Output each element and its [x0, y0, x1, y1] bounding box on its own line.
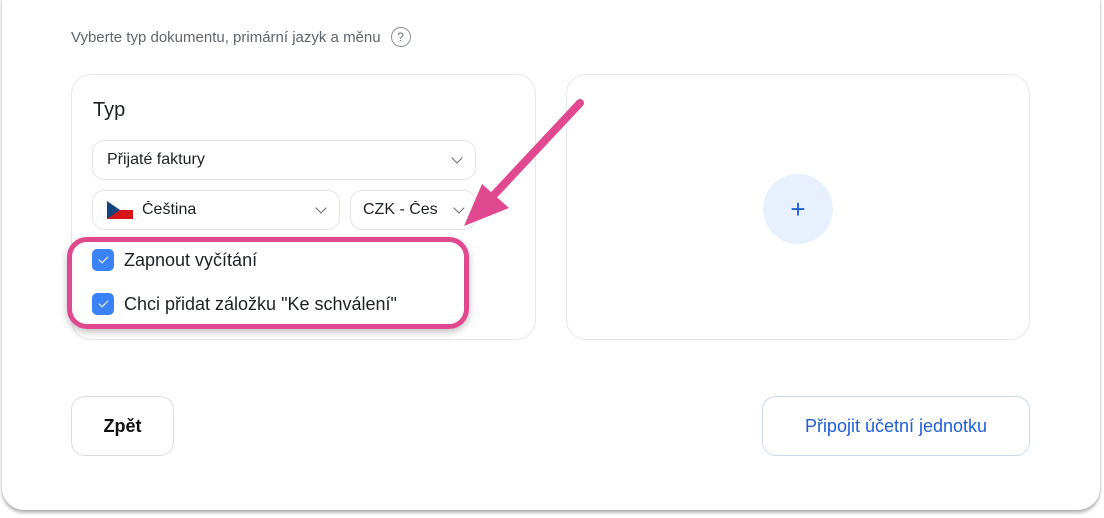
- enable-reading-checkbox[interactable]: [92, 249, 114, 271]
- approval-tab-checkbox[interactable]: [92, 293, 114, 315]
- czech-flag-icon: [107, 201, 133, 219]
- enable-reading-label: Zapnout vyčítání: [124, 249, 258, 270]
- approval-tab-label: Chci přidat záložku "Ke schválení": [124, 293, 397, 314]
- approval-tab-checkbox-row[interactable]: Chci přidat záložku "Ke schválení": [92, 293, 397, 315]
- add-button[interactable]: +: [763, 174, 833, 244]
- back-button[interactable]: Zpět: [71, 396, 174, 456]
- chevron-down-icon: [451, 152, 463, 164]
- chevron-down-icon: [315, 202, 327, 214]
- card-title: Typ: [93, 99, 126, 121]
- help-icon[interactable]: ?: [390, 27, 411, 47]
- currency-value: CZK - Čes: [363, 201, 438, 218]
- add-unit-card: +: [566, 74, 1030, 340]
- enable-reading-checkbox-row[interactable]: Zapnout vyčítání: [92, 249, 257, 271]
- currency-select[interactable]: CZK - Čes: [350, 190, 476, 230]
- language-select[interactable]: Čeština: [92, 190, 340, 230]
- connect-unit-button[interactable]: Připojit účetní jednotku: [762, 396, 1030, 456]
- language-value: Čeština: [142, 201, 197, 218]
- document-type-value: Přijaté faktury: [107, 151, 205, 168]
- instruction-text: Vyberte typ dokumentu, primární jazyk a …: [71, 27, 411, 47]
- document-type-select[interactable]: Přijaté faktury: [92, 140, 476, 180]
- chevron-down-icon: [453, 202, 465, 214]
- subtitle-label: Vyberte typ dokumentu, primární jazyk a …: [71, 28, 381, 46]
- type-card: Typ Přijaté faktury Čeština CZK - Čes Za…: [71, 74, 536, 340]
